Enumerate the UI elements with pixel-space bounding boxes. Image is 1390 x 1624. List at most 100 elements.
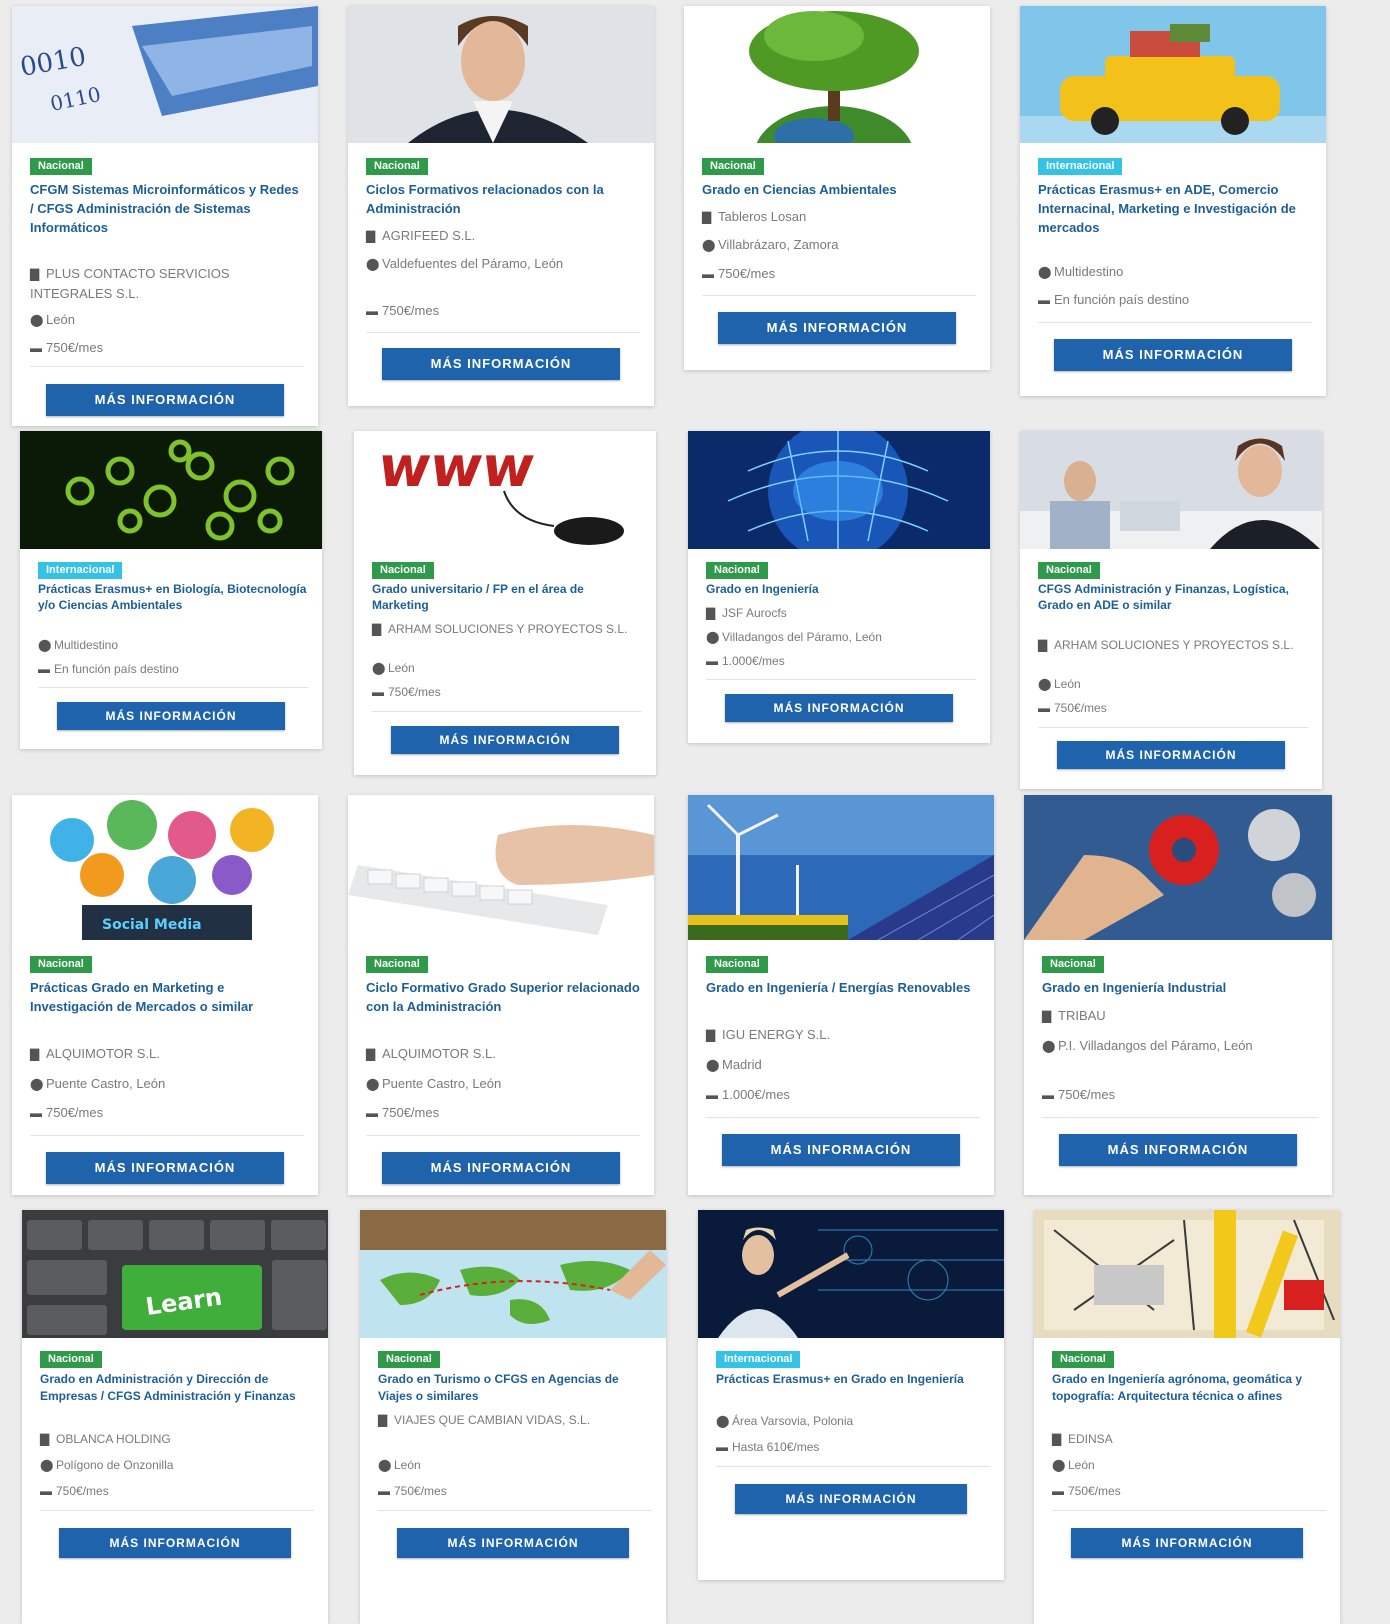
- map-pin-icon: ⬤: [1052, 1458, 1066, 1472]
- map-pin-icon: ⬤: [1038, 677, 1052, 691]
- salary-row: ▬ 750€/mes: [1052, 1482, 1326, 1501]
- money-icon: ▬: [366, 304, 378, 318]
- offer-title[interactable]: Prácticas Erasmus+ en ADE, Comercio Inte…: [1038, 180, 1312, 237]
- mas-informacion-button[interactable]: MÁS INFORMACIÓN: [1054, 339, 1292, 371]
- badge-nacional: Nacional: [30, 956, 92, 973]
- divider: [706, 1117, 980, 1118]
- offer-card: Internacional Prácticas Erasmus+ en Grad…: [698, 1210, 1004, 1580]
- badge-nacional: Nacional: [378, 1351, 440, 1368]
- location-row: ⬤ Puente Castro, León: [366, 1074, 640, 1094]
- salary-row: ▬ 750€/mes: [1042, 1085, 1318, 1105]
- offer-title[interactable]: Ciclos Formativos relacionados con la Ad…: [366, 180, 640, 218]
- mas-informacion-button[interactable]: MÁS INFORMACIÓN: [1059, 1134, 1297, 1166]
- building-icon: ▇: [378, 1413, 388, 1427]
- salary-row: ▬ 750€/mes: [1038, 699, 1308, 718]
- salary-row: ▬ 1.000€/mes: [706, 1085, 980, 1105]
- mas-informacion-button[interactable]: MÁS INFORMACIÓN: [46, 384, 284, 416]
- offer-card: Nacional Ciclos Formativos relacionados …: [348, 6, 654, 406]
- offer-card: Internacional Prácticas Erasmus+ en Biol…: [20, 431, 322, 749]
- badge-nacional: Nacional: [40, 1351, 102, 1368]
- money-icon: ▬: [716, 1440, 728, 1454]
- mas-informacion-button[interactable]: MÁS INFORMACIÓN: [1057, 741, 1285, 769]
- offer-title[interactable]: Ciclo Formativo Grado Superior relaciona…: [366, 978, 640, 1016]
- offer-card: Nacional CFGS Administración y Finanzas,…: [1020, 431, 1322, 789]
- map-pin-icon: ⬤: [366, 1077, 380, 1091]
- salary-row: ▬ 750€/mes: [372, 683, 642, 702]
- offer-image: [688, 795, 994, 940]
- divider: [378, 1510, 652, 1511]
- offer-title[interactable]: Prácticas Erasmus+ en Grado en Ingenierí…: [716, 1371, 990, 1388]
- offer-title[interactable]: Grado universitario / FP en el área de M…: [372, 581, 642, 613]
- offer-title[interactable]: CFGS Administración y Finanzas, Logístic…: [1038, 581, 1308, 613]
- money-icon: ▬: [30, 341, 42, 355]
- company-row: ▇ Tableros Losan: [702, 207, 976, 227]
- offer-image: [684, 6, 990, 143]
- money-icon: ▬: [366, 1106, 378, 1120]
- offer-image: Learn: [22, 1210, 328, 1338]
- badge-nacional: Nacional: [1038, 562, 1100, 579]
- offer-title[interactable]: Grado en Ciencias Ambientales: [702, 180, 976, 199]
- money-icon: ▬: [1042, 1088, 1054, 1102]
- location-row: ⬤ León: [30, 310, 304, 330]
- offer-title[interactable]: Prácticas Erasmus+ en Biología, Biotecno…: [38, 581, 308, 613]
- offer-card: 0010 0110 Nacional CFGM Sistemas Microin…: [12, 6, 318, 426]
- location-row: ⬤ Puente Castro, León: [30, 1074, 304, 1094]
- building-icon: ▇: [366, 229, 376, 243]
- mas-informacion-button[interactable]: MÁS INFORMACIÓN: [59, 1528, 291, 1558]
- offer-image: [1020, 6, 1326, 143]
- mas-informacion-button[interactable]: MÁS INFORMACIÓN: [57, 702, 285, 730]
- badge-nacional: Nacional: [706, 562, 768, 579]
- mas-informacion-button[interactable]: MÁS INFORMACIÓN: [735, 1484, 967, 1514]
- salary-row: ▬ 750€/mes: [366, 1103, 640, 1123]
- offer-title[interactable]: CFGM Sistemas Microinformáticos y Redes …: [30, 180, 304, 237]
- badge-nacional: Nacional: [366, 158, 428, 175]
- offer-title[interactable]: Grado en Ingeniería Industrial: [1042, 978, 1318, 997]
- offer-title[interactable]: Prácticas Grado en Marketing e Investiga…: [30, 978, 304, 1016]
- offer-card: www Nacional Grado universitario / FP en…: [354, 431, 656, 775]
- company-row: ▇ PLUS CONTACTO SERVICIOS INTEGRALES S.L.: [30, 266, 230, 301]
- map-pin-icon: ⬤: [702, 238, 716, 252]
- mas-informacion-button[interactable]: MÁS INFORMACIÓN: [397, 1528, 629, 1558]
- offer-title[interactable]: Grado en Administración y Dirección de E…: [40, 1371, 314, 1405]
- money-icon: ▬: [378, 1484, 390, 1498]
- divider: [706, 679, 976, 680]
- offer-card: Nacional Grado en Ingeniería ▇ JSF Aurocf…: [688, 431, 990, 743]
- offer-title[interactable]: Grado en Ingeniería / Energías Renovable…: [706, 978, 980, 997]
- mas-informacion-button[interactable]: MÁS INFORMACIÓN: [1071, 1528, 1303, 1558]
- money-icon: ▬: [1038, 701, 1050, 715]
- mas-informacion-button[interactable]: MÁS INFORMACIÓN: [391, 726, 619, 754]
- mas-informacion-button[interactable]: MÁS INFORMACIÓN: [725, 694, 953, 722]
- offer-title[interactable]: Grado en Turismo o CFGS en Agencias de V…: [378, 1371, 652, 1405]
- map-pin-icon: ⬤: [40, 1458, 54, 1472]
- company-row: ▇ ALQUIMOTOR S.L.: [30, 1044, 304, 1064]
- badge-nacional: Nacional: [702, 158, 764, 175]
- divider: [702, 295, 976, 296]
- offer-image: [1034, 1210, 1340, 1338]
- divider: [716, 1466, 990, 1467]
- badge-nacional: Nacional: [372, 562, 434, 579]
- badge-internacional: Internacional: [716, 1351, 801, 1368]
- location-row: ⬤ León: [1038, 675, 1308, 694]
- mas-informacion-button[interactable]: MÁS INFORMACIÓN: [382, 348, 620, 380]
- mas-informacion-button[interactable]: MÁS INFORMACIÓN: [718, 312, 956, 344]
- location-row: ⬤ Polígono de Onzonilla: [40, 1456, 314, 1475]
- offer-title[interactable]: Grado en Ingeniería agrónoma, geomática …: [1052, 1371, 1326, 1405]
- divider: [1038, 727, 1308, 728]
- money-icon: ▬: [1052, 1484, 1064, 1498]
- offer-title[interactable]: Grado en Ingeniería: [706, 581, 976, 597]
- company-row: ▇ JSF Aurocfs: [706, 604, 976, 623]
- badge-nacional: Nacional: [706, 956, 768, 973]
- offer-image: 0010 0110: [12, 6, 318, 143]
- mas-informacion-button[interactable]: MÁS INFORMACIÓN: [382, 1152, 620, 1184]
- mas-informacion-button[interactable]: MÁS INFORMACIÓN: [46, 1152, 284, 1184]
- salary-row: ▬ Hasta 610€/mes: [716, 1438, 990, 1457]
- badge-nacional: Nacional: [30, 158, 92, 175]
- map-pin-icon: ⬤: [706, 1058, 720, 1072]
- offer-image: [360, 1210, 666, 1338]
- mas-informacion-button[interactable]: MÁS INFORMACIÓN: [722, 1134, 960, 1166]
- badge-internacional: Internacional: [1038, 158, 1123, 175]
- location-row: ⬤ Área Varsovia, Polonia: [716, 1412, 990, 1431]
- money-icon: ▬: [1038, 293, 1050, 307]
- money-icon: ▬: [30, 1106, 42, 1120]
- building-icon: ▇: [706, 1028, 716, 1042]
